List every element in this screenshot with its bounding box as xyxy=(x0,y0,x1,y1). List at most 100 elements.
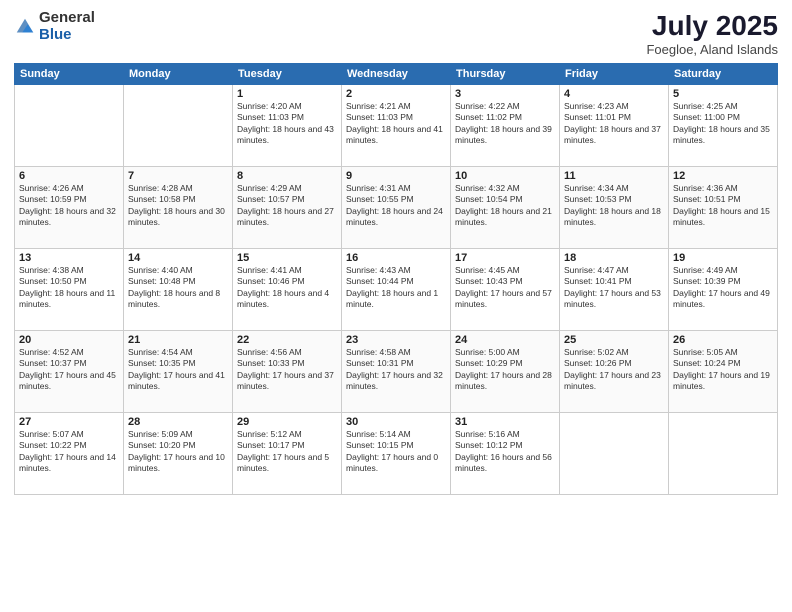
day-number: 26 xyxy=(673,334,773,346)
calendar-cell: 27Sunrise: 5:07 AMSunset: 10:22 PMDaylig… xyxy=(15,413,124,495)
calendar-cell: 13Sunrise: 4:38 AMSunset: 10:50 PMDaylig… xyxy=(15,249,124,331)
day-info: Sunrise: 4:56 AMSunset: 10:33 PMDaylight… xyxy=(237,347,337,393)
calendar-cell: 6Sunrise: 4:26 AMSunset: 10:59 PMDayligh… xyxy=(15,167,124,249)
day-info: Sunrise: 4:26 AMSunset: 10:59 PMDaylight… xyxy=(19,183,119,229)
calendar-cell: 8Sunrise: 4:29 AMSunset: 10:57 PMDayligh… xyxy=(233,167,342,249)
page: General Blue July 2025 Foegloe, Aland Is… xyxy=(0,0,792,612)
day-number: 28 xyxy=(128,416,228,428)
day-info: Sunrise: 4:58 AMSunset: 10:31 PMDaylight… xyxy=(346,347,446,393)
day-info: Sunrise: 4:40 AMSunset: 10:48 PMDaylight… xyxy=(128,265,228,311)
day-info: Sunrise: 4:47 AMSunset: 10:41 PMDaylight… xyxy=(564,265,664,311)
day-info: Sunrise: 5:09 AMSunset: 10:20 PMDaylight… xyxy=(128,429,228,475)
day-info: Sunrise: 4:38 AMSunset: 10:50 PMDaylight… xyxy=(19,265,119,311)
location: Foegloe, Aland Islands xyxy=(646,42,778,57)
day-info: Sunrise: 4:31 AMSunset: 10:55 PMDaylight… xyxy=(346,183,446,229)
day-number: 27 xyxy=(19,416,119,428)
day-number: 2 xyxy=(346,88,446,100)
day-number: 21 xyxy=(128,334,228,346)
day-number: 12 xyxy=(673,170,773,182)
calendar-cell: 19Sunrise: 4:49 AMSunset: 10:39 PMDaylig… xyxy=(669,249,778,331)
day-number: 16 xyxy=(346,252,446,264)
calendar-cell: 14Sunrise: 4:40 AMSunset: 10:48 PMDaylig… xyxy=(124,249,233,331)
calendar-cell: 20Sunrise: 4:52 AMSunset: 10:37 PMDaylig… xyxy=(15,331,124,413)
calendar-cell: 10Sunrise: 4:32 AMSunset: 10:54 PMDaylig… xyxy=(451,167,560,249)
weekday-header: Sunday xyxy=(15,64,124,85)
logo-blue-text: Blue xyxy=(39,27,95,44)
day-info: Sunrise: 4:23 AMSunset: 11:01 PMDaylight… xyxy=(564,101,664,147)
calendar-week-row: 13Sunrise: 4:38 AMSunset: 10:50 PMDaylig… xyxy=(15,249,778,331)
logo-text: General Blue xyxy=(39,10,95,43)
calendar-cell: 11Sunrise: 4:34 AMSunset: 10:53 PMDaylig… xyxy=(560,167,669,249)
calendar-week-row: 27Sunrise: 5:07 AMSunset: 10:22 PMDaylig… xyxy=(15,413,778,495)
calendar-week-row: 6Sunrise: 4:26 AMSunset: 10:59 PMDayligh… xyxy=(15,167,778,249)
calendar-cell: 1Sunrise: 4:20 AMSunset: 11:03 PMDayligh… xyxy=(233,85,342,167)
calendar-cell xyxy=(560,413,669,495)
calendar-table: SundayMondayTuesdayWednesdayThursdayFrid… xyxy=(14,63,778,495)
calendar-cell xyxy=(669,413,778,495)
day-info: Sunrise: 4:43 AMSunset: 10:44 PMDaylight… xyxy=(346,265,446,311)
logo: General Blue xyxy=(14,10,95,43)
day-number: 9 xyxy=(346,170,446,182)
day-number: 25 xyxy=(564,334,664,346)
day-info: Sunrise: 4:32 AMSunset: 10:54 PMDaylight… xyxy=(455,183,555,229)
calendar-cell: 17Sunrise: 4:45 AMSunset: 10:43 PMDaylig… xyxy=(451,249,560,331)
calendar-cell: 21Sunrise: 4:54 AMSunset: 10:35 PMDaylig… xyxy=(124,331,233,413)
day-number: 20 xyxy=(19,334,119,346)
day-info: Sunrise: 4:25 AMSunset: 11:00 PMDaylight… xyxy=(673,101,773,147)
calendar-cell: 9Sunrise: 4:31 AMSunset: 10:55 PMDayligh… xyxy=(342,167,451,249)
day-number: 7 xyxy=(128,170,228,182)
day-number: 1 xyxy=(237,88,337,100)
calendar-cell: 23Sunrise: 4:58 AMSunset: 10:31 PMDaylig… xyxy=(342,331,451,413)
day-info: Sunrise: 4:49 AMSunset: 10:39 PMDaylight… xyxy=(673,265,773,311)
weekday-header: Monday xyxy=(124,64,233,85)
calendar-week-row: 20Sunrise: 4:52 AMSunset: 10:37 PMDaylig… xyxy=(15,331,778,413)
day-info: Sunrise: 5:16 AMSunset: 10:12 PMDaylight… xyxy=(455,429,555,475)
calendar-cell: 7Sunrise: 4:28 AMSunset: 10:58 PMDayligh… xyxy=(124,167,233,249)
calendar-cell xyxy=(15,85,124,167)
day-number: 14 xyxy=(128,252,228,264)
calendar-cell: 25Sunrise: 5:02 AMSunset: 10:26 PMDaylig… xyxy=(560,331,669,413)
day-info: Sunrise: 4:28 AMSunset: 10:58 PMDaylight… xyxy=(128,183,228,229)
day-number: 17 xyxy=(455,252,555,264)
calendar-cell: 3Sunrise: 4:22 AMSunset: 11:02 PMDayligh… xyxy=(451,85,560,167)
day-info: Sunrise: 4:29 AMSunset: 10:57 PMDaylight… xyxy=(237,183,337,229)
day-info: Sunrise: 5:07 AMSunset: 10:22 PMDaylight… xyxy=(19,429,119,475)
calendar-cell: 30Sunrise: 5:14 AMSunset: 10:15 PMDaylig… xyxy=(342,413,451,495)
calendar-cell: 5Sunrise: 4:25 AMSunset: 11:00 PMDayligh… xyxy=(669,85,778,167)
day-number: 11 xyxy=(564,170,664,182)
calendar-cell: 18Sunrise: 4:47 AMSunset: 10:41 PMDaylig… xyxy=(560,249,669,331)
weekday-header: Saturday xyxy=(669,64,778,85)
day-info: Sunrise: 5:00 AMSunset: 10:29 PMDaylight… xyxy=(455,347,555,393)
day-number: 19 xyxy=(673,252,773,264)
day-info: Sunrise: 5:05 AMSunset: 10:24 PMDaylight… xyxy=(673,347,773,393)
day-info: Sunrise: 5:14 AMSunset: 10:15 PMDaylight… xyxy=(346,429,446,475)
day-number: 30 xyxy=(346,416,446,428)
calendar-cell: 4Sunrise: 4:23 AMSunset: 11:01 PMDayligh… xyxy=(560,85,669,167)
calendar-header-row: SundayMondayTuesdayWednesdayThursdayFrid… xyxy=(15,64,778,85)
day-info: Sunrise: 4:22 AMSunset: 11:02 PMDaylight… xyxy=(455,101,555,147)
day-number: 10 xyxy=(455,170,555,182)
day-info: Sunrise: 4:36 AMSunset: 10:51 PMDaylight… xyxy=(673,183,773,229)
calendar-cell: 31Sunrise: 5:16 AMSunset: 10:12 PMDaylig… xyxy=(451,413,560,495)
day-number: 5 xyxy=(673,88,773,100)
weekday-header: Tuesday xyxy=(233,64,342,85)
logo-general-text: General xyxy=(39,10,95,27)
calendar-cell xyxy=(124,85,233,167)
title-block: July 2025 Foegloe, Aland Islands xyxy=(646,10,778,57)
month-title: July 2025 xyxy=(646,10,778,42)
day-info: Sunrise: 5:02 AMSunset: 10:26 PMDaylight… xyxy=(564,347,664,393)
day-number: 31 xyxy=(455,416,555,428)
day-number: 13 xyxy=(19,252,119,264)
day-info: Sunrise: 4:52 AMSunset: 10:37 PMDaylight… xyxy=(19,347,119,393)
weekday-header: Friday xyxy=(560,64,669,85)
day-number: 4 xyxy=(564,88,664,100)
day-info: Sunrise: 4:21 AMSunset: 11:03 PMDaylight… xyxy=(346,101,446,147)
day-number: 8 xyxy=(237,170,337,182)
day-info: Sunrise: 4:54 AMSunset: 10:35 PMDaylight… xyxy=(128,347,228,393)
day-info: Sunrise: 4:41 AMSunset: 10:46 PMDaylight… xyxy=(237,265,337,311)
calendar-cell: 2Sunrise: 4:21 AMSunset: 11:03 PMDayligh… xyxy=(342,85,451,167)
day-info: Sunrise: 5:12 AMSunset: 10:17 PMDaylight… xyxy=(237,429,337,475)
day-number: 18 xyxy=(564,252,664,264)
day-number: 3 xyxy=(455,88,555,100)
header: General Blue July 2025 Foegloe, Aland Is… xyxy=(14,10,778,57)
